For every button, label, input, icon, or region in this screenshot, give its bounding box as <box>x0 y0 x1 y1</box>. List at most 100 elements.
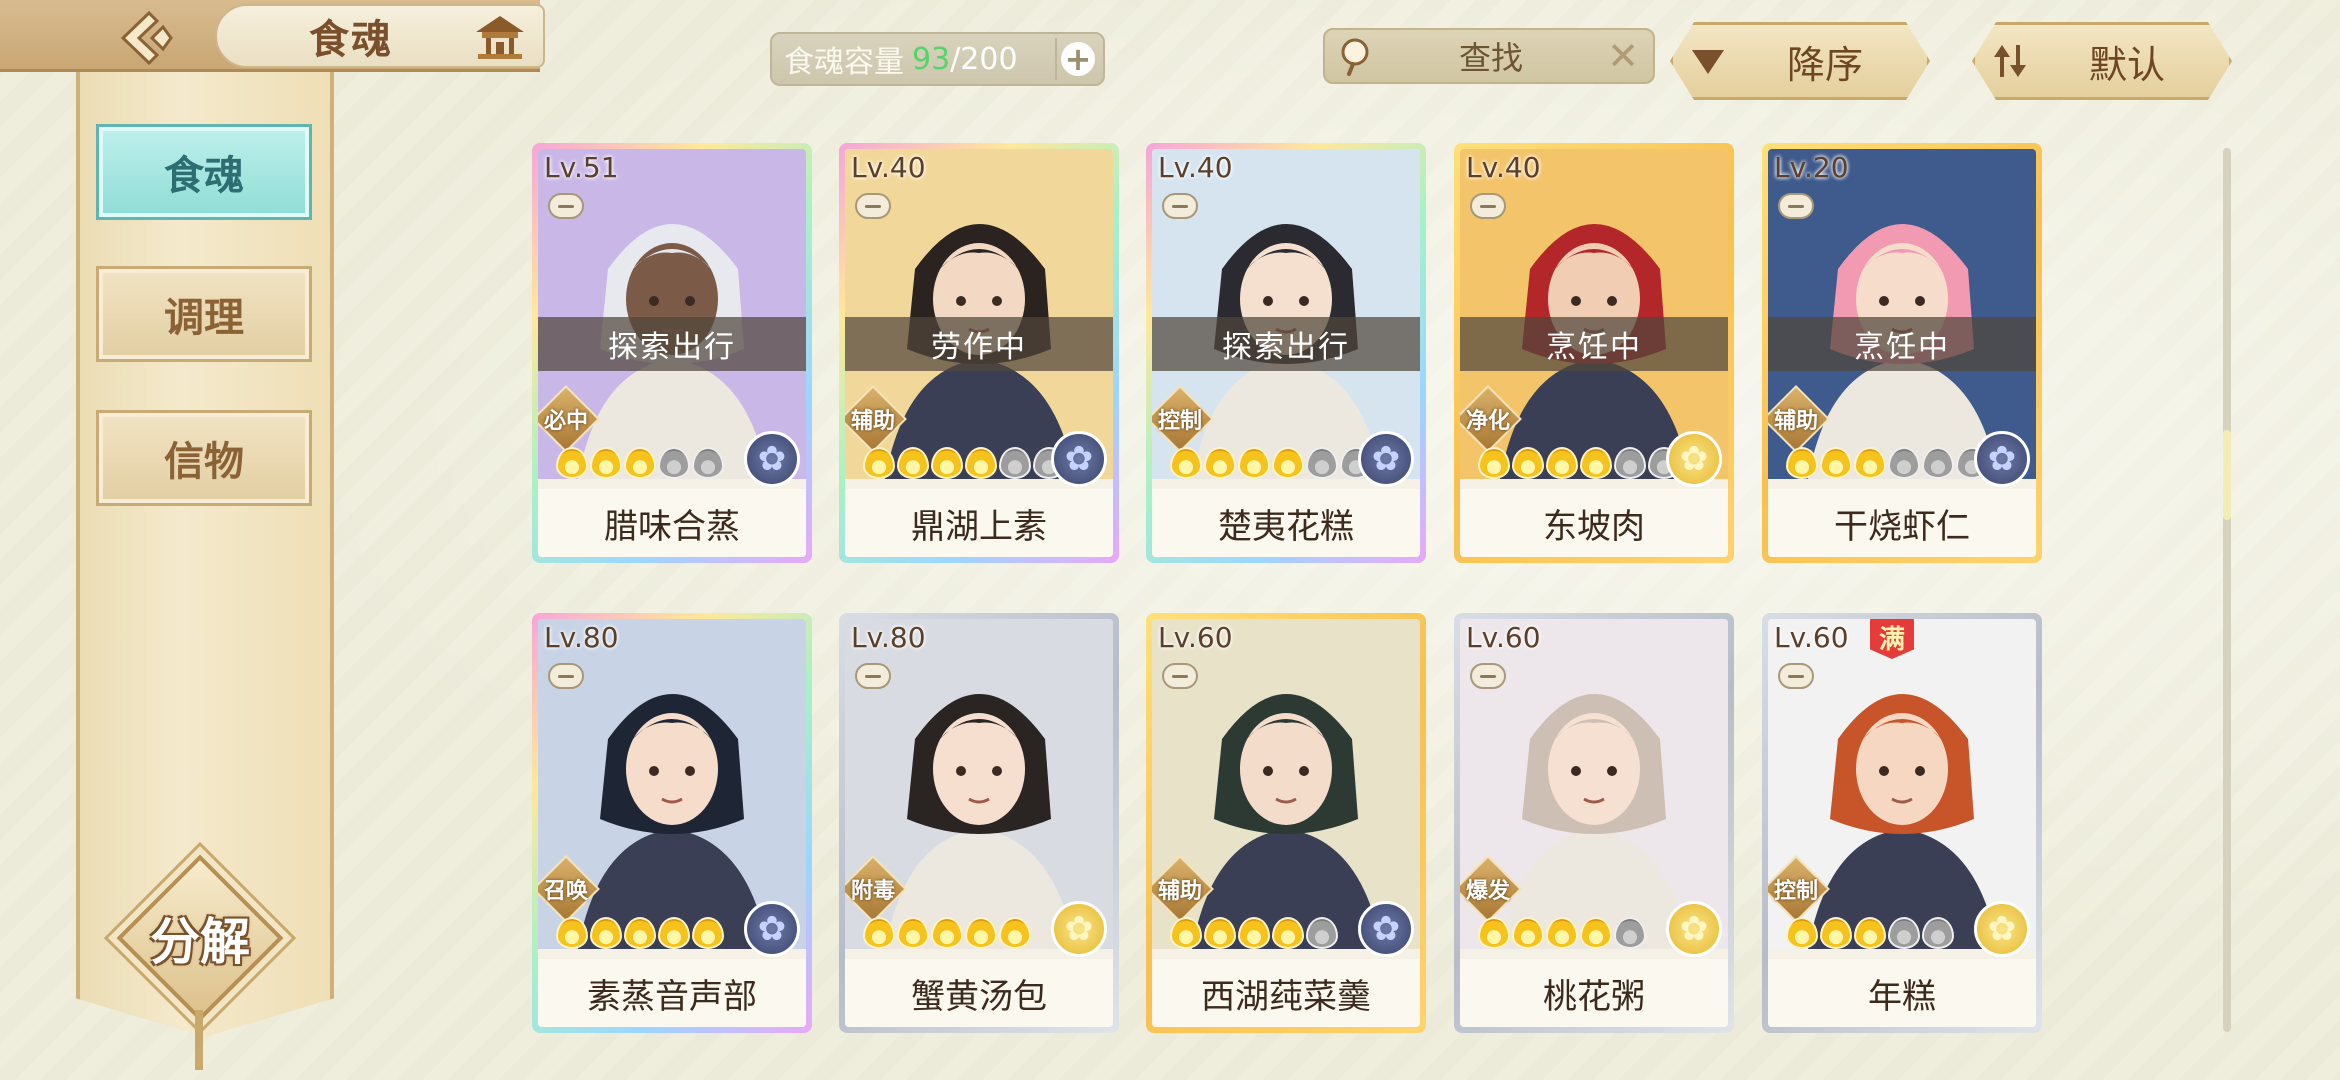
flame-star-icon <box>863 917 895 949</box>
flame-star-icon <box>1580 917 1612 949</box>
card-body: Lv.20 烹饪中辅助 ✿ 干烧虾仁 <box>1768 149 2036 557</box>
flower-icon: ✿ <box>1974 431 2030 487</box>
flame-star-icon <box>1854 917 1886 949</box>
flower-glyph: ✿ <box>757 909 787 949</box>
flame-star-icon <box>1478 447 1510 479</box>
flame-star-icon <box>1786 447 1818 479</box>
lock-toggle-icon[interactable] <box>1470 193 1506 219</box>
flower-icon: ✿ <box>1051 901 1107 957</box>
tab-label: 食魂 <box>164 152 244 199</box>
close-icon[interactable]: ✕ <box>1603 36 1643 76</box>
lock-toggle-icon[interactable] <box>548 663 584 689</box>
role-label: 控制 <box>1157 409 1202 434</box>
food-soul-name: 干烧虾仁 <box>1768 489 2036 557</box>
back-button[interactable] <box>110 8 190 68</box>
role-label: 辅助 <box>850 409 895 434</box>
flame-star-icon <box>1512 447 1544 479</box>
food-soul-card[interactable]: Lv.40 劳作中 辅助 ✿ 鼎湖上素 <box>839 143 1119 563</box>
status-label: 探索出行 <box>538 317 806 371</box>
flower-glyph: ✿ <box>1371 439 1401 479</box>
flame-star-icon <box>965 447 997 479</box>
food-soul-card[interactable]: Lv.60 爆发 ✿ 桃花粥 <box>1454 613 1734 1033</box>
lock-toggle-icon[interactable] <box>1470 663 1506 689</box>
flame-star-icon <box>897 447 929 479</box>
flower-icon: ✿ <box>1358 901 1414 957</box>
food-soul-card[interactable]: Lv.20 烹饪中辅助 ✿ 干烧虾仁 <box>1762 143 2042 563</box>
capacity-total: /200 <box>950 41 1018 77</box>
flame-star-icon <box>590 447 622 479</box>
flame-star-icon <box>1204 447 1236 479</box>
back-arrow-icon <box>120 10 173 66</box>
flower-icon: ✿ <box>1974 901 2030 957</box>
lock-toggle-icon[interactable] <box>855 663 891 689</box>
flame-star-icon <box>1786 917 1818 949</box>
lock-toggle-icon[interactable] <box>548 193 584 219</box>
food-soul-card[interactable]: Lv.40 探索出行 控制 ✿ 楚夷花糕 <box>1146 143 1426 563</box>
star-rating <box>863 447 1065 479</box>
sort-arrows-icon <box>1990 41 2030 81</box>
level-label: Lv.20 <box>1774 151 1849 184</box>
flame-star-icon <box>1888 447 1920 479</box>
flame-star-icon <box>1820 447 1852 479</box>
food-soul-card[interactable]: Lv.40 烹饪中 净化 ✿ 东坡肉 <box>1454 143 1734 563</box>
search-placeholder: 查找 <box>1458 39 1523 77</box>
flame-star-icon <box>556 447 588 479</box>
star-rating <box>1170 447 1372 479</box>
flower-icon: ✿ <box>1666 901 1722 957</box>
flame-star-icon <box>999 447 1031 479</box>
flame-star-icon <box>1478 917 1510 949</box>
food-soul-card[interactable]: Lv.51 探索出行 必中 ✿ 腊味合蒸 <box>532 143 812 563</box>
sort-mode-button[interactable]: 默认 <box>1972 22 2232 100</box>
level-label: Lv.40 <box>851 151 926 184</box>
level-label: Lv.80 <box>851 621 926 654</box>
flame-star-icon <box>1922 917 1954 949</box>
tab-tokens[interactable]: 信物 <box>96 410 312 506</box>
role-label: 召唤 <box>543 879 588 904</box>
flame-star-icon <box>1614 917 1646 949</box>
food-soul-name: 蟹黄汤包 <box>845 959 1113 1027</box>
role-badge: 净化 <box>1460 387 1520 451</box>
status-label: 烹饪中 <box>1768 317 2036 371</box>
tab-food-souls[interactable]: 食魂 <box>96 124 312 220</box>
lock-toggle-icon[interactable] <box>855 193 891 219</box>
scrollbar-thumb[interactable] <box>2223 430 2231 520</box>
page-title: 食魂 <box>309 16 393 63</box>
flame-star-icon <box>692 447 724 479</box>
sort-mode-label: 默认 <box>2088 42 2165 87</box>
role-badge: 控制 <box>1768 857 1828 921</box>
tab-condition[interactable]: 调理 <box>96 266 312 362</box>
sort-order-button[interactable]: 降序 <box>1670 22 1930 100</box>
card-body: Lv.60 爆发 ✿ 桃花粥 <box>1460 619 1728 1027</box>
flame-star-icon <box>624 917 656 949</box>
food-soul-card[interactable]: Lv.80 附毒 ✿ 蟹黄汤包 <box>839 613 1119 1033</box>
flame-star-icon <box>1922 447 1954 479</box>
food-soul-card[interactable]: Lv.60 辅助 ✿ 西湖莼菜羹 <box>1146 613 1426 1033</box>
lock-toggle-icon[interactable] <box>1162 193 1198 219</box>
capacity-display: 食魂容量 93 /200 + <box>770 32 1105 86</box>
role-badge: 召唤 <box>538 857 598 921</box>
food-soul-name: 腊味合蒸 <box>538 489 806 557</box>
star-rating <box>556 917 724 949</box>
search-input[interactable]: 查找 ✕ <box>1323 28 1655 84</box>
expand-capacity-button[interactable]: + <box>1055 38 1099 80</box>
lock-toggle-icon[interactable] <box>1778 193 1814 219</box>
lock-toggle-icon[interactable] <box>1162 663 1198 689</box>
food-soul-card[interactable]: Lv.80 召唤 ✿ 素蒸音声部 <box>532 613 812 1033</box>
star-rating <box>1786 447 1988 479</box>
scrollbar-track[interactable] <box>2223 148 2231 1032</box>
pavilion-icon[interactable] <box>470 12 530 62</box>
card-body: Lv.60 满控制 ✿ 年糕 <box>1768 619 2036 1027</box>
role-badge: 辅助 <box>1768 387 1828 451</box>
capacity-label: 食魂容量 <box>784 45 904 80</box>
flower-glyph: ✿ <box>1987 439 2017 479</box>
flame-star-icon <box>1272 447 1304 479</box>
card-body: Lv.51 探索出行 必中 ✿ 腊味合蒸 <box>538 149 806 557</box>
flower-glyph: ✿ <box>757 439 787 479</box>
role-badge: 控制 <box>1152 387 1212 451</box>
lock-toggle-icon[interactable] <box>1778 663 1814 689</box>
decompose-button[interactable]: 分解 <box>116 854 284 1022</box>
flame-star-icon <box>897 917 929 949</box>
role-label: 附毒 <box>850 879 895 904</box>
food-soul-name: 东坡肉 <box>1460 489 1728 557</box>
food-soul-card[interactable]: Lv.60 满控制 ✿ 年糕 <box>1762 613 2042 1033</box>
